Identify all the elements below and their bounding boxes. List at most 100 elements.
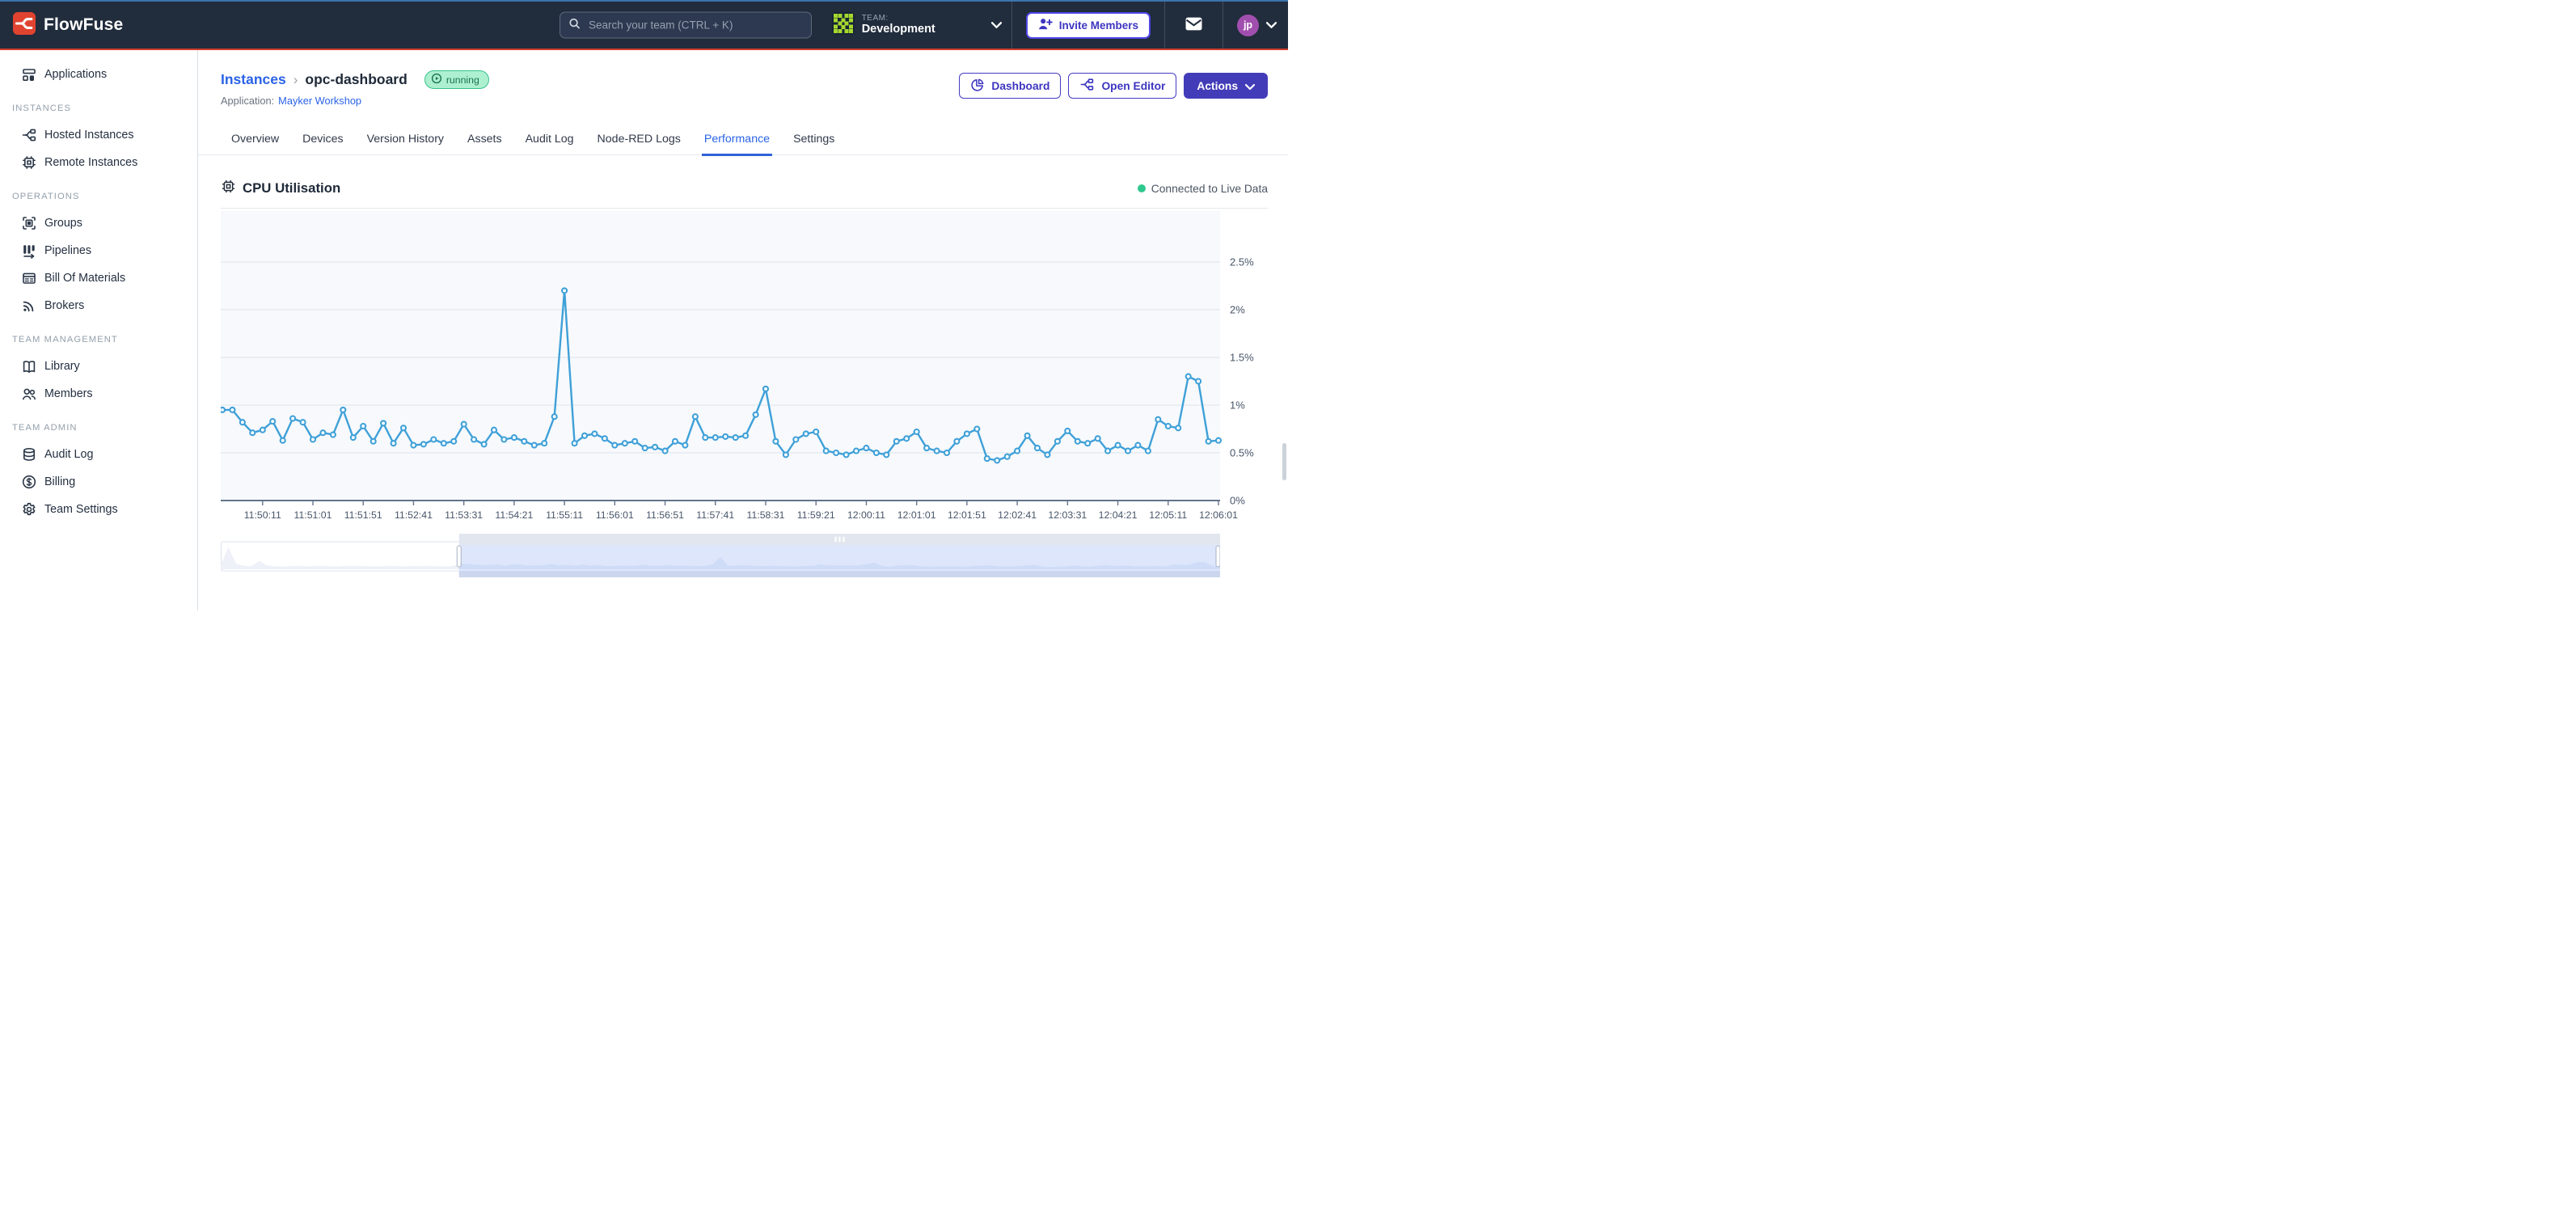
team-switcher[interactable]: TEAM: Development: [827, 2, 1011, 49]
cpu-chart-svg: 0%0.5%1%1.5%2%2.5%11:50:1111:51:0111:51:…: [221, 211, 1266, 532]
data-point: [1186, 374, 1191, 379]
sidebar-item-members[interactable]: Members: [0, 380, 197, 408]
x-axis-label: 12:01:51: [948, 509, 986, 521]
x-axis-label: 11:56:01: [596, 509, 634, 521]
invite-members-button[interactable]: Invite Members: [1026, 12, 1151, 39]
sidebar-item-label: Audit Log: [44, 448, 93, 461]
tab-version-history[interactable]: Version History: [366, 126, 445, 154]
data-point: [632, 439, 637, 444]
user-plus-icon: [1038, 17, 1053, 33]
sidebar-section-header-team-management: TEAM MANAGEMENT: [0, 335, 197, 344]
chart-range-selector[interactable]: [221, 534, 1268, 577]
data-point: [582, 433, 587, 438]
data-point: [965, 431, 969, 436]
x-axis-label: 11:58:31: [747, 509, 785, 521]
sidebar-item-billing[interactable]: Billing: [0, 468, 197, 496]
data-point: [331, 433, 336, 437]
data-point: [874, 450, 879, 455]
data-point: [310, 437, 315, 442]
data-point: [783, 452, 788, 457]
data-point: [250, 430, 255, 435]
data-point: [612, 443, 617, 448]
data-point: [974, 427, 979, 432]
tab-audit-log[interactable]: Audit Log: [525, 126, 575, 154]
data-point: [471, 437, 476, 442]
data-point: [733, 435, 738, 440]
tab-performance[interactable]: Performance: [703, 126, 771, 154]
data-point: [492, 428, 496, 433]
search-input[interactable]: [587, 19, 803, 32]
data-point: [804, 431, 809, 436]
sidebar-item-label: Pipelines: [44, 244, 91, 257]
plot-area: [221, 211, 1220, 501]
cpu-utilisation-chart: 0%0.5%1%1.5%2%2.5%11:50:1111:51:0111:51:…: [221, 211, 1268, 532]
sidebar-item-label: Hosted Instances: [44, 129, 133, 142]
navbar-divider: [1164, 2, 1165, 49]
data-point: [884, 452, 889, 457]
dashboard-button[interactable]: Dashboard: [959, 73, 1061, 99]
x-axis-label: 11:56:51: [646, 509, 684, 521]
data-point: [754, 412, 758, 417]
node-red-fork-icon: [1079, 77, 1095, 95]
sidebar-item-applications[interactable]: Applications: [0, 61, 197, 88]
open-editor-button[interactable]: Open Editor: [1068, 73, 1176, 99]
data-point: [1146, 449, 1151, 454]
applications-icon: [21, 66, 37, 82]
tab-settings[interactable]: Settings: [792, 126, 835, 154]
x-axis-label: 12:01:01: [897, 509, 936, 521]
tab-bar: Overview Devices Version History Assets Audi…: [198, 126, 1288, 155]
data-point: [290, 416, 295, 421]
actions-button[interactable]: Actions: [1184, 73, 1268, 99]
breadcrumb-instances-link[interactable]: Instances: [221, 71, 286, 88]
tab-node-red-logs[interactable]: Node-RED Logs: [597, 126, 682, 154]
sidebar-item-label: Applications: [44, 68, 107, 81]
brush-handle[interactable]: [1216, 546, 1220, 567]
tab-devices[interactable]: Devices: [302, 126, 344, 154]
x-axis-label: 11:54:21: [495, 509, 533, 521]
sidebar-item-groups[interactable]: Groups: [0, 209, 197, 237]
search-box[interactable]: [560, 12, 812, 39]
data-point: [572, 441, 577, 446]
data-point: [542, 441, 547, 446]
data-point: [431, 437, 436, 442]
dashboard-button-label: Dashboard: [991, 80, 1049, 92]
x-axis-label: 11:59:21: [797, 509, 835, 521]
sidebar-item-library[interactable]: Library: [0, 353, 197, 380]
instance-name: opc-dashboard: [305, 71, 407, 88]
sidebar-item-remote-instances[interactable]: Remote Instances: [0, 149, 197, 176]
page-scrollbar-thumb[interactable]: [1282, 443, 1286, 480]
user-menu[interactable]: jp: [1237, 15, 1277, 36]
pipelines-icon: [21, 243, 37, 259]
top-navbar: FlowFuse TEAM: De: [0, 0, 1288, 50]
data-point: [1055, 439, 1060, 444]
data-point: [854, 449, 859, 454]
sidebar-item-audit-log[interactable]: Audit Log: [0, 441, 197, 468]
tab-overview[interactable]: Overview: [230, 126, 280, 154]
sidebar-section-header-team-admin: TEAM ADMIN: [0, 423, 197, 433]
brush-handle[interactable]: [457, 546, 461, 567]
brand[interactable]: FlowFuse: [0, 12, 123, 39]
data-point: [1085, 441, 1090, 446]
data-point: [954, 439, 959, 444]
notifications-button[interactable]: [1180, 16, 1207, 34]
x-axis-label: 11:50:11: [244, 509, 281, 521]
sidebar-item-team-settings[interactable]: Team Settings: [0, 496, 197, 523]
range-selector-svg: [221, 534, 1220, 577]
sidebar-item-label: Bill Of Materials: [44, 272, 125, 285]
data-point: [1015, 449, 1020, 454]
sidebar-item-hosted-instances[interactable]: Hosted Instances: [0, 121, 197, 149]
pie-chart-icon: [970, 78, 985, 95]
remote-instances-icon: [21, 154, 37, 171]
performance-section: CPU Utilisation Connected to Live Data 0…: [221, 172, 1268, 577]
data-point: [1216, 438, 1221, 443]
sidebar-item-label: Team Settings: [44, 503, 118, 516]
navbar-divider: [1011, 2, 1012, 49]
sidebar-item-pipelines[interactable]: Pipelines: [0, 237, 197, 264]
application-link[interactable]: Mayker Workshop: [278, 95, 361, 107]
sidebar-item-bill-of-materials[interactable]: Bill Of Materials: [0, 264, 197, 292]
x-axis-label: 11:51:01: [294, 509, 332, 521]
tab-assets[interactable]: Assets: [467, 126, 503, 154]
data-point: [320, 430, 325, 435]
data-point: [562, 288, 567, 293]
sidebar-item-brokers[interactable]: Brokers: [0, 292, 197, 319]
